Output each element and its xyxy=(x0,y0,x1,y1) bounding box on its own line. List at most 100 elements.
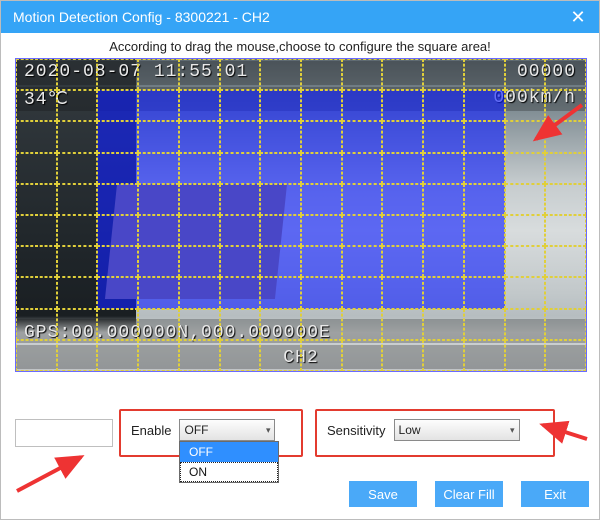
grid-cell[interactable] xyxy=(220,215,261,246)
grid-cell[interactable] xyxy=(545,153,586,184)
grid-cell[interactable] xyxy=(382,121,423,152)
grid-cell[interactable] xyxy=(464,309,505,340)
grid-cell[interactable] xyxy=(464,121,505,152)
enable-select[interactable]: OFF ▾ xyxy=(179,419,275,441)
grid-cell[interactable] xyxy=(97,309,138,340)
grid-cell[interactable] xyxy=(342,90,383,121)
grid-cell[interactable] xyxy=(342,153,383,184)
grid-cell[interactable] xyxy=(57,184,98,215)
grid-cell[interactable] xyxy=(382,309,423,340)
grid-cell[interactable] xyxy=(179,184,220,215)
grid-cell[interactable] xyxy=(301,277,342,308)
grid-cell[interactable] xyxy=(464,215,505,246)
grid-cell[interactable] xyxy=(342,121,383,152)
video-preview[interactable]: 2020-08-07 11:55:01 00000 34℃ 000km/h GP… xyxy=(15,58,587,372)
grid-cell[interactable] xyxy=(464,59,505,90)
grid-cell[interactable] xyxy=(464,90,505,121)
grid-cell[interactable] xyxy=(545,215,586,246)
grid-cell[interactable] xyxy=(545,309,586,340)
grid-cell[interactable] xyxy=(220,184,261,215)
grid-cell[interactable] xyxy=(423,277,464,308)
grid-cell[interactable] xyxy=(138,277,179,308)
grid-cell[interactable] xyxy=(342,215,383,246)
grid-cell[interactable] xyxy=(138,153,179,184)
detection-grid[interactable] xyxy=(16,59,586,371)
grid-cell[interactable] xyxy=(301,59,342,90)
sensitivity-select[interactable]: Low ▾ xyxy=(394,419,520,441)
close-icon[interactable]: ✕ xyxy=(557,1,599,33)
grid-cell[interactable] xyxy=(545,59,586,90)
grid-cell[interactable] xyxy=(260,184,301,215)
grid-cell[interactable] xyxy=(301,215,342,246)
grid-cell[interactable] xyxy=(220,246,261,277)
grid-cell[interactable] xyxy=(260,277,301,308)
grid-cell[interactable] xyxy=(16,340,57,371)
grid-cell[interactable] xyxy=(423,59,464,90)
enable-option[interactable]: ON xyxy=(180,462,278,482)
grid-cell[interactable] xyxy=(382,184,423,215)
grid-cell[interactable] xyxy=(179,215,220,246)
save-button[interactable]: Save xyxy=(349,481,417,507)
grid-cell[interactable] xyxy=(16,246,57,277)
grid-cell[interactable] xyxy=(260,90,301,121)
grid-cell[interactable] xyxy=(179,340,220,371)
grid-cell[interactable] xyxy=(97,246,138,277)
grid-cell[interactable] xyxy=(57,309,98,340)
grid-cell[interactable] xyxy=(382,59,423,90)
grid-cell[interactable] xyxy=(464,277,505,308)
grid-cell[interactable] xyxy=(505,309,546,340)
grid-cell[interactable] xyxy=(220,121,261,152)
grid-cell[interactable] xyxy=(505,153,546,184)
grid-cell[interactable] xyxy=(382,153,423,184)
grid-cell[interactable] xyxy=(97,184,138,215)
grid-cell[interactable] xyxy=(16,277,57,308)
grid-cell[interactable] xyxy=(260,59,301,90)
grid-cell[interactable] xyxy=(97,121,138,152)
grid-cell[interactable] xyxy=(138,246,179,277)
grid-cell[interactable] xyxy=(342,59,383,90)
grid-cell[interactable] xyxy=(97,215,138,246)
grid-cell[interactable] xyxy=(97,277,138,308)
grid-cell[interactable] xyxy=(138,340,179,371)
grid-cell[interactable] xyxy=(342,277,383,308)
grid-cell[interactable] xyxy=(97,59,138,90)
grid-cell[interactable] xyxy=(301,246,342,277)
grid-cell[interactable] xyxy=(57,59,98,90)
grid-cell[interactable] xyxy=(505,277,546,308)
grid-cell[interactable] xyxy=(138,215,179,246)
grid-cell[interactable] xyxy=(179,121,220,152)
grid-cell[interactable] xyxy=(423,90,464,121)
grid-cell[interactable] xyxy=(97,90,138,121)
grid-cell[interactable] xyxy=(301,340,342,371)
grid-cell[interactable] xyxy=(138,309,179,340)
grid-cell[interactable] xyxy=(179,59,220,90)
grid-cell[interactable] xyxy=(423,246,464,277)
clear-fill-button[interactable]: Clear Fill xyxy=(435,481,503,507)
grid-cell[interactable] xyxy=(16,309,57,340)
grid-cell[interactable] xyxy=(138,59,179,90)
grid-cell[interactable] xyxy=(464,153,505,184)
grid-cell[interactable] xyxy=(260,121,301,152)
grid-cell[interactable] xyxy=(423,153,464,184)
grid-cell[interactable] xyxy=(301,90,342,121)
grid-cell[interactable] xyxy=(301,184,342,215)
grid-cell[interactable] xyxy=(423,184,464,215)
grid-cell[interactable] xyxy=(16,184,57,215)
grid-cell[interactable] xyxy=(220,90,261,121)
grid-cell[interactable] xyxy=(57,153,98,184)
grid-cell[interactable] xyxy=(505,246,546,277)
grid-cell[interactable] xyxy=(260,309,301,340)
grid-cell[interactable] xyxy=(464,246,505,277)
grid-cell[interactable] xyxy=(138,90,179,121)
grid-cell[interactable] xyxy=(464,184,505,215)
grid-cell[interactable] xyxy=(545,277,586,308)
grid-cell[interactable] xyxy=(464,340,505,371)
grid-cell[interactable] xyxy=(423,215,464,246)
grid-cell[interactable] xyxy=(16,90,57,121)
grid-cell[interactable] xyxy=(220,277,261,308)
grid-cell[interactable] xyxy=(220,59,261,90)
grid-cell[interactable] xyxy=(57,246,98,277)
grid-cell[interactable] xyxy=(382,90,423,121)
grid-cell[interactable] xyxy=(301,153,342,184)
grid-cell[interactable] xyxy=(16,215,57,246)
